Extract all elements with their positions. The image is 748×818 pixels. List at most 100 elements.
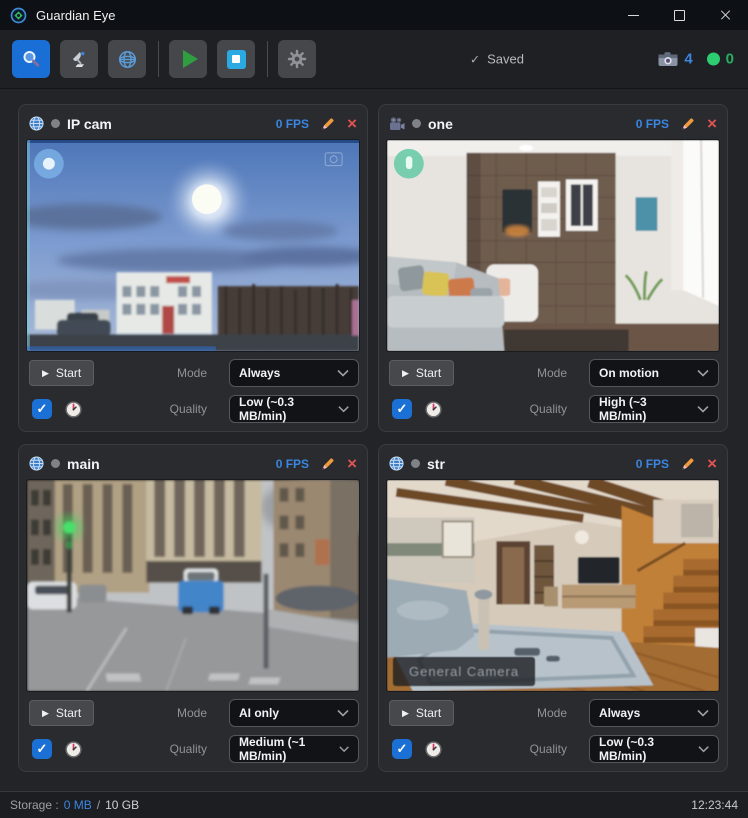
camera-name: one (428, 116, 453, 132)
camera-type-globe-icon (29, 116, 44, 131)
start-recording-button[interactable]: ▶ Start (29, 700, 94, 726)
chevron-down-icon (697, 369, 709, 377)
remove-camera-button[interactable]: × (347, 117, 357, 131)
start-recording-button[interactable]: ▶ Start (389, 700, 454, 726)
quality-label: Quality (170, 402, 207, 416)
start-recording-button[interactable]: ▶ Start (29, 360, 94, 386)
start-label: Start (416, 706, 441, 720)
statusbar: Storage : 0 MB / 10 GB 12:23:44 (0, 791, 748, 818)
quality-select[interactable]: Low (~0.3 MB/min) (229, 395, 359, 423)
record-enabled-checkbox[interactable]: ✓ (392, 399, 412, 419)
mode-value: Always (599, 706, 640, 720)
quality-label: Quality (170, 742, 207, 756)
record-enabled-checkbox[interactable]: ✓ (32, 739, 52, 759)
mode-label: Mode (177, 366, 207, 380)
fps-indicator: 0 FPS (276, 457, 309, 471)
stop-all-button[interactable] (217, 40, 255, 78)
close-button[interactable] (702, 0, 748, 30)
mode-select[interactable]: On motion (589, 359, 719, 387)
mode-label: Mode (537, 366, 567, 380)
maximize-button[interactable] (656, 0, 702, 30)
close-icon (719, 9, 731, 21)
remove-camera-button[interactable]: × (707, 457, 717, 471)
record-enabled-checkbox[interactable]: ✓ (32, 399, 52, 419)
titlebar: Guardian Eye (0, 0, 748, 30)
camera-watermark: General Camera (393, 657, 535, 686)
record-options: ✓ (392, 399, 454, 419)
edit-camera-button[interactable] (681, 457, 695, 471)
schedule-clock-icon[interactable] (425, 401, 442, 418)
camera-status-dot (51, 119, 60, 128)
saved-label: Saved (487, 52, 524, 67)
search-icon (21, 49, 41, 69)
camera-panel-main: main 0 FPS × (18, 444, 368, 772)
play-icon: ▶ (42, 709, 49, 718)
mode-select[interactable]: Always (589, 699, 719, 727)
fps-indicator: 0 FPS (636, 457, 669, 471)
camera-name: IP cam (67, 116, 112, 132)
quality-select[interactable]: Medium (~1 MB/min) (229, 735, 359, 763)
panel-header: one 0 FPS × (389, 113, 717, 135)
schedule-clock-icon[interactable] (65, 401, 82, 418)
stop-icon (227, 50, 246, 69)
play-icon: ▶ (402, 709, 409, 718)
panel-header: str 0 FPS × (389, 453, 717, 475)
camera-counters: 4 0 (658, 51, 734, 68)
fps-indicator: 0 FPS (636, 117, 669, 131)
quality-select[interactable]: High (~3 MB/min) (589, 395, 719, 423)
fps-indicator: 0 FPS (276, 117, 309, 131)
record-options: ✓ (32, 739, 94, 759)
camera-preview-str: General Camera (387, 480, 719, 691)
chevron-down-icon (337, 709, 349, 717)
quality-value: High (~3 MB/min) (599, 395, 697, 423)
camera-grid: IP cam 0 FPS × (0, 89, 748, 791)
edit-camera-button[interactable] (321, 457, 335, 471)
storage-used-link[interactable]: 0 MB (64, 798, 92, 812)
quality-select[interactable]: Low (~0.3 MB/min) (589, 735, 719, 763)
camera-name: str (427, 456, 445, 472)
toolbar-separator (267, 41, 268, 77)
add-network-camera-button[interactable] (60, 40, 98, 78)
app-window: Guardian Eye (0, 0, 748, 818)
edit-camera-button[interactable] (321, 117, 335, 131)
search-cameras-button[interactable] (12, 40, 50, 78)
mode-select[interactable]: AI only (229, 699, 359, 727)
camera-type-video-icon (389, 117, 405, 131)
record-enabled-checkbox[interactable]: ✓ (392, 739, 412, 759)
camera-status-dot (412, 119, 421, 128)
camera-type-globe-icon (29, 456, 44, 471)
camera-panel-one: one 0 FPS × (378, 104, 728, 432)
minimize-button[interactable] (610, 0, 656, 30)
camera-preview-ipcam (27, 140, 359, 351)
gear-icon (286, 48, 308, 70)
globe-icon (117, 49, 138, 70)
start-recording-button[interactable]: ▶ Start (389, 360, 454, 386)
remove-camera-button[interactable]: × (707, 117, 717, 131)
clock-time: 12:23:44 (691, 798, 738, 812)
start-label: Start (56, 706, 81, 720)
camera-preview-one (387, 140, 719, 351)
schedule-clock-icon[interactable] (65, 741, 82, 758)
start-all-button[interactable] (169, 40, 207, 78)
total-cameras-count: 4 (684, 51, 692, 68)
schedule-clock-icon[interactable] (425, 741, 442, 758)
panel-header: main 0 FPS × (29, 453, 357, 475)
panel-controls: ▶ Start Mode Always ✓ Quality Low (~0.3 … (27, 359, 359, 423)
minimize-icon (628, 15, 639, 16)
quality-label: Quality (530, 742, 567, 756)
settings-button[interactable] (278, 40, 316, 78)
mode-select[interactable]: Always (229, 359, 359, 387)
record-options: ✓ (32, 399, 94, 419)
edit-camera-button[interactable] (681, 117, 695, 131)
remove-camera-button[interactable]: × (347, 457, 357, 471)
mode-value: Always (239, 366, 280, 380)
camera-count-icon (658, 52, 678, 67)
running-cameras-count: 0 (726, 51, 734, 68)
add-web-camera-button[interactable] (108, 40, 146, 78)
chevron-down-icon (337, 369, 349, 377)
window-title: Guardian Eye (36, 8, 116, 23)
mode-label: Mode (177, 706, 207, 720)
start-label: Start (56, 366, 81, 380)
satellite-icon (69, 49, 89, 69)
quality-value: Medium (~1 MB/min) (239, 735, 339, 763)
